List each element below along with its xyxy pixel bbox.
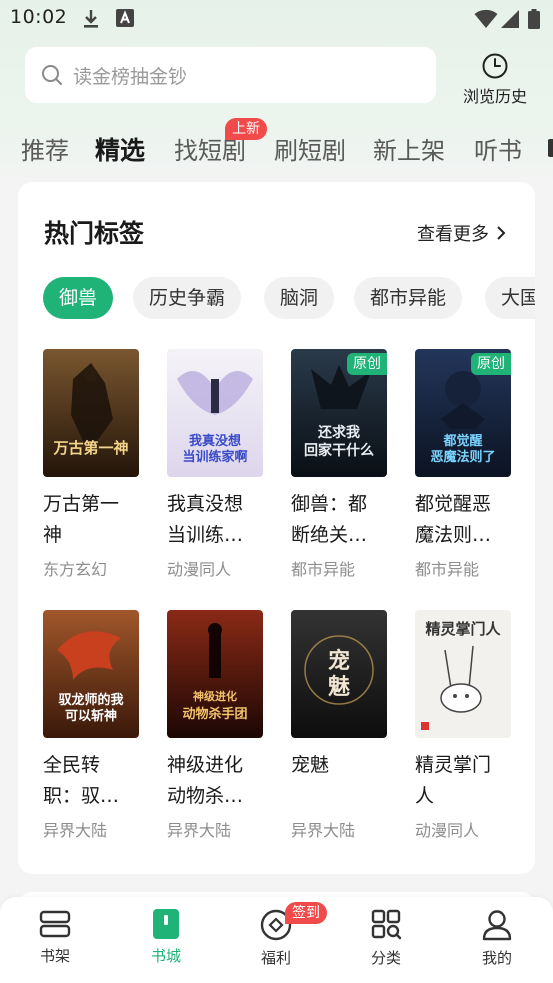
cover-art: 万古第一神 [43, 349, 139, 477]
svg-text:宠: 宠 [328, 648, 350, 674]
battery-icon [528, 9, 540, 29]
book-title: 全民转 职：驭… [43, 754, 120, 807]
svg-text:魅: 魅 [328, 674, 350, 700]
tab-featured[interactable]: 精选 [95, 131, 145, 167]
svg-text:万古第一神: 万古第一神 [52, 439, 128, 457]
cover-art: 精灵掌门人 [415, 610, 511, 738]
status-bar: 10:02 [0, 0, 553, 38]
category-icon [371, 909, 402, 940]
section-title: 热门标签 [44, 219, 145, 248]
svg-text:动物杀手团: 动物杀手团 [182, 706, 247, 722]
search-icon [42, 65, 62, 85]
cover-art: 神级进化 动物杀手团 [167, 610, 263, 738]
original-badge: 原创 [471, 353, 511, 375]
book-title: 神级进化 动物杀… [167, 754, 244, 807]
svg-text:当训练家啊: 当训练家啊 [182, 449, 247, 465]
book-category: 异界大陆 [291, 821, 356, 840]
cover-art: 宠 魅 [291, 610, 387, 738]
history-button[interactable]: 浏览历史 [458, 52, 532, 107]
profile-icon [482, 910, 512, 941]
svg-text:都觉醒: 都觉醒 [442, 433, 482, 449]
chip-tag[interactable]: 御兽 [43, 277, 114, 319]
book-category: 动漫同人 [415, 821, 480, 840]
book-cover[interactable]: 我真没想 当训练家啊 [167, 349, 263, 477]
chip-tag[interactable]: 都市异能 [354, 277, 463, 319]
search-placeholder: 读金榜抽金钞 [73, 66, 188, 88]
nav-label: 书城 [150, 947, 181, 965]
book-title: 精灵掌门 人 [415, 754, 492, 807]
signal-icon [501, 10, 519, 28]
wifi-icon [474, 9, 498, 28]
clock-icon [482, 53, 508, 79]
book-cover[interactable]: 精灵掌门人 [415, 610, 511, 738]
nav-category[interactable]: 分类 [346, 909, 426, 968]
book-title: 都觉醒恶 魔法则… [415, 493, 492, 546]
nav-profile[interactable]: 我的 [457, 909, 537, 968]
nav-bookshelf[interactable]: 书架 [15, 909, 95, 966]
svg-text:我真没想: 我真没想 [189, 433, 241, 449]
download-icon [84, 10, 98, 28]
nav-label: 分类 [370, 949, 401, 967]
book-category: 异界大陆 [43, 821, 108, 840]
book-category: 东方玄幻 [43, 560, 108, 579]
book-title: 我真没想 当训练… [167, 493, 244, 546]
view-more-link[interactable]: 查看更多 [417, 220, 489, 246]
cover-art: 我真没想 当训练家啊 [167, 349, 263, 477]
book-title: 万古第一 神 [43, 493, 120, 546]
tab-recommend[interactable]: 推荐 [21, 131, 69, 166]
nav-label: 我的 [481, 949, 512, 967]
book-category: 异界大陆 [167, 821, 232, 840]
svg-text:可以斩神: 可以斩神 [65, 708, 117, 724]
status-time: 10:02 [10, 6, 68, 28]
chip-tag[interactable]: 大国 [485, 277, 535, 319]
hot-tags-card: 热门标签 查看更多 御兽 历史争霸 脑洞 都市异能 大国 万古第一神 万古第一 … [18, 182, 535, 874]
book-cover[interactable]: 宠 魅 [291, 610, 387, 738]
cover-art: 驭龙师的我 可以斩神 [43, 610, 139, 738]
svg-text:回家干什么: 回家干什么 [304, 442, 374, 459]
bottom-nav: 书架 书城 福利 分类 我的 [0, 897, 553, 983]
book-title: 宠魅 [291, 754, 330, 776]
sign-in-badge: 签到 [285, 902, 327, 924]
nav-label: 福利 [260, 949, 291, 967]
chip-tag[interactable]: 脑洞 [264, 277, 335, 319]
book-cover[interactable]: 都觉醒 恶魔法则了 原创 [415, 349, 511, 477]
original-badge: 原创 [347, 353, 387, 375]
tab-new-arrivals[interactable]: 新上架 [373, 131, 445, 166]
svg-text:恶魔法则了: 恶魔法则了 [430, 449, 495, 465]
font-a-icon [116, 9, 134, 27]
new-badge: 上新 [225, 118, 267, 140]
bookstore-icon [153, 909, 179, 939]
chevron-right-icon[interactable] [496, 225, 506, 241]
book-category: 动漫同人 [167, 560, 232, 579]
search-input[interactable]: 读金榜抽金钞 [25, 47, 436, 103]
history-label: 浏览历史 [462, 87, 527, 106]
book-category: 都市异能 [415, 560, 480, 579]
book-cover[interactable]: 万古第一神 [43, 349, 139, 477]
nav-bookstore[interactable]: 书城 [126, 909, 206, 966]
svg-text:还求我: 还求我 [317, 424, 360, 441]
chip-tag[interactable]: 历史争霸 [133, 277, 242, 319]
book-title: 御兽：都 断绝关… [291, 493, 368, 546]
tab-overflow-edge [548, 139, 553, 157]
bookshelf-icon [39, 910, 71, 938]
book-cover[interactable]: 驭龙师的我 可以斩神 [43, 610, 139, 738]
svg-text:精灵掌门人: 精灵掌门人 [425, 620, 501, 638]
book-cover[interactable]: 还求我 回家干什么 原创 [291, 349, 387, 477]
svg-text:驭龙师的我: 驭龙师的我 [58, 692, 123, 708]
svg-text:神级进化: 神级进化 [193, 689, 237, 703]
nav-label: 书架 [39, 947, 70, 965]
tab-browse-short-drama[interactable]: 刷短剧 [274, 131, 346, 166]
book-category: 都市异能 [291, 560, 356, 579]
tab-audiobooks[interactable]: 听书 [474, 131, 522, 166]
book-cover[interactable]: 神级进化 动物杀手团 [167, 610, 263, 738]
